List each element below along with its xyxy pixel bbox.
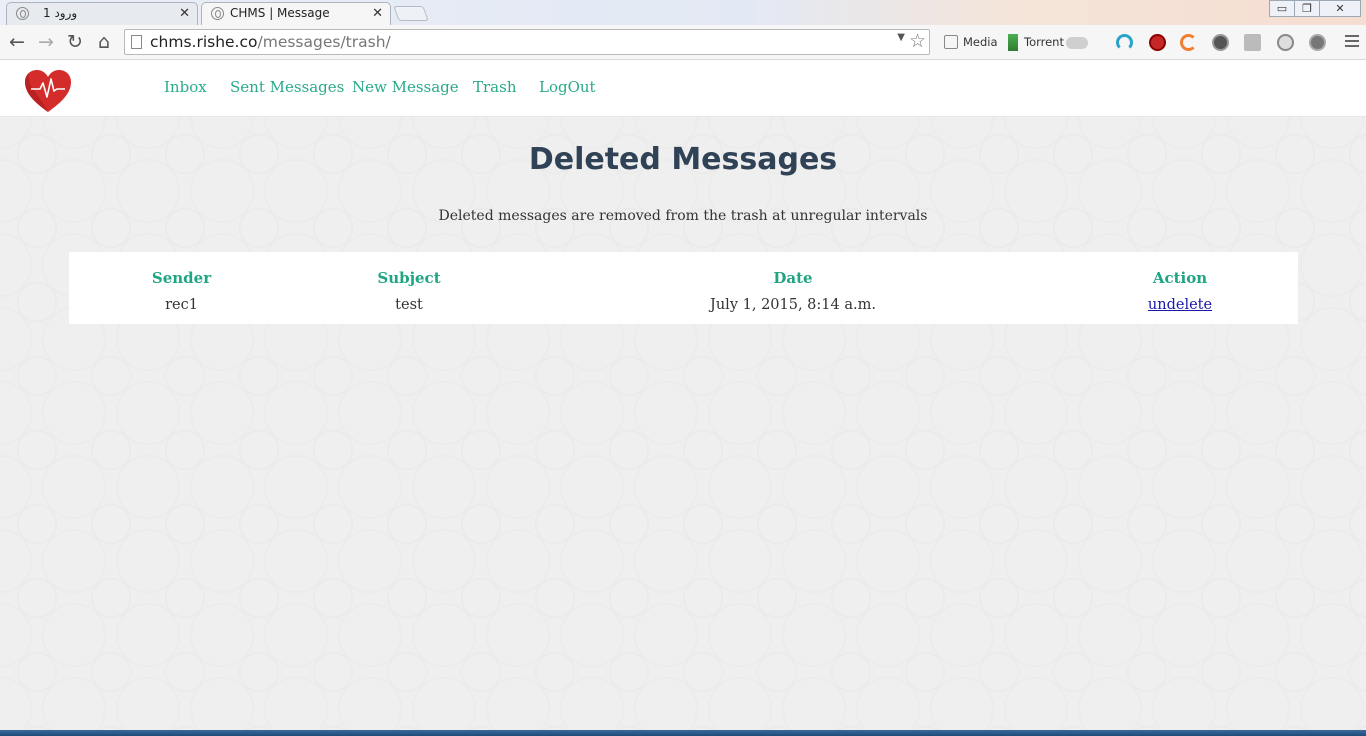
media-extension-label[interactable]: Media: [963, 35, 998, 49]
minimize-button[interactable]: ▭: [1269, 0, 1295, 17]
address-url[interactable]: chms.rishe.co/messages/trash/: [150, 33, 391, 51]
cell-action: undelete: [1062, 289, 1298, 324]
close-icon[interactable]: ✕: [179, 3, 190, 24]
film-reel-icon[interactable]: [1212, 34, 1229, 51]
nav-new-message[interactable]: New Message: [352, 78, 459, 96]
tab-favicon-icon: [211, 7, 224, 20]
browser-tab-message[interactable]: CHMS | Message ✕: [201, 2, 391, 25]
cell-sender: rec1: [165, 296, 198, 313]
column-header-sender: Sender: [151, 269, 212, 287]
nav-logout[interactable]: LogOut: [539, 78, 596, 96]
restore-button[interactable]: ❐: [1294, 0, 1320, 17]
cell-subject: test: [395, 296, 423, 313]
site-header: Inbox Sent Messages New Message Trash Lo…: [0, 60, 1366, 117]
close-icon[interactable]: ✕: [372, 3, 383, 24]
pacman-icon[interactable]: [1180, 34, 1197, 51]
column-header-date: Date: [773, 269, 813, 287]
deleted-messages-table: Sender Subject Date Action rec1 test Jul…: [69, 252, 1298, 324]
browser-tab-bar: ورود 1 ✕ CHMS | Message ✕ ▭ ❐ ✕: [0, 0, 1366, 25]
torrent-extension-label[interactable]: Torrent: [1024, 35, 1064, 49]
table-row: rec1 test July 1, 2015, 8:14 a.m. undele…: [69, 289, 1298, 324]
windows-taskbar: [0, 730, 1366, 736]
tab-title: ورود 1: [43, 6, 78, 20]
forward-arrow-icon[interactable]: →: [35, 31, 57, 53]
dropdown-arrow-icon[interactable]: ▼: [897, 32, 905, 43]
undelete-link[interactable]: undelete: [1148, 297, 1212, 313]
nav-trash[interactable]: Trash: [473, 78, 516, 96]
nav-sent-messages[interactable]: Sent Messages: [230, 78, 344, 96]
new-tab-button[interactable]: [393, 6, 429, 21]
reload-icon[interactable]: ↻: [64, 31, 86, 53]
tab-title: CHMS | Message: [230, 6, 330, 20]
home-icon[interactable]: ⌂: [93, 31, 115, 53]
power-icon[interactable]: [1309, 34, 1326, 51]
tab-favicon-icon: [16, 7, 29, 20]
browser-tab-login[interactable]: ورود 1 ✕: [6, 2, 198, 25]
page-title: Deleted Messages: [528, 142, 838, 177]
page-icon: [131, 35, 142, 49]
nav-inbox[interactable]: Inbox: [164, 78, 207, 96]
window-close-button[interactable]: ✕: [1319, 0, 1361, 17]
download-icon[interactable]: [1244, 34, 1261, 51]
table-header-row: Sender Subject Date Action: [69, 252, 1298, 289]
media-extension-icon[interactable]: [944, 35, 958, 49]
column-header-action: Action: [1152, 269, 1208, 287]
globe-icon[interactable]: [1277, 34, 1294, 51]
toggle-icon[interactable]: [1066, 37, 1088, 49]
back-arrow-icon[interactable]: ←: [6, 31, 28, 53]
column-header-subject: Subject: [377, 269, 441, 287]
heart-pulse-icon[interactable]: [24, 69, 72, 113]
headphones-icon[interactable]: [1116, 34, 1133, 51]
menu-icon[interactable]: [1345, 35, 1359, 49]
cell-date: July 1, 2015, 8:14 a.m.: [710, 296, 876, 313]
trash-note: Deleted messages are removed from the tr…: [438, 208, 928, 224]
torrent-arrow-icon[interactable]: [1008, 34, 1018, 51]
main-content: Deleted Messages Deleted messages are re…: [0, 117, 1366, 730]
address-bar[interactable]: chms.rishe.co/messages/trash/ ▼ ☆: [124, 29, 930, 55]
browser-toolbar: ← → ↻ ⌂ chms.rishe.co/messages/trash/ ▼ …: [0, 25, 1366, 60]
bookmark-star-icon[interactable]: ☆: [909, 30, 926, 52]
adblock-icon[interactable]: [1149, 34, 1166, 51]
